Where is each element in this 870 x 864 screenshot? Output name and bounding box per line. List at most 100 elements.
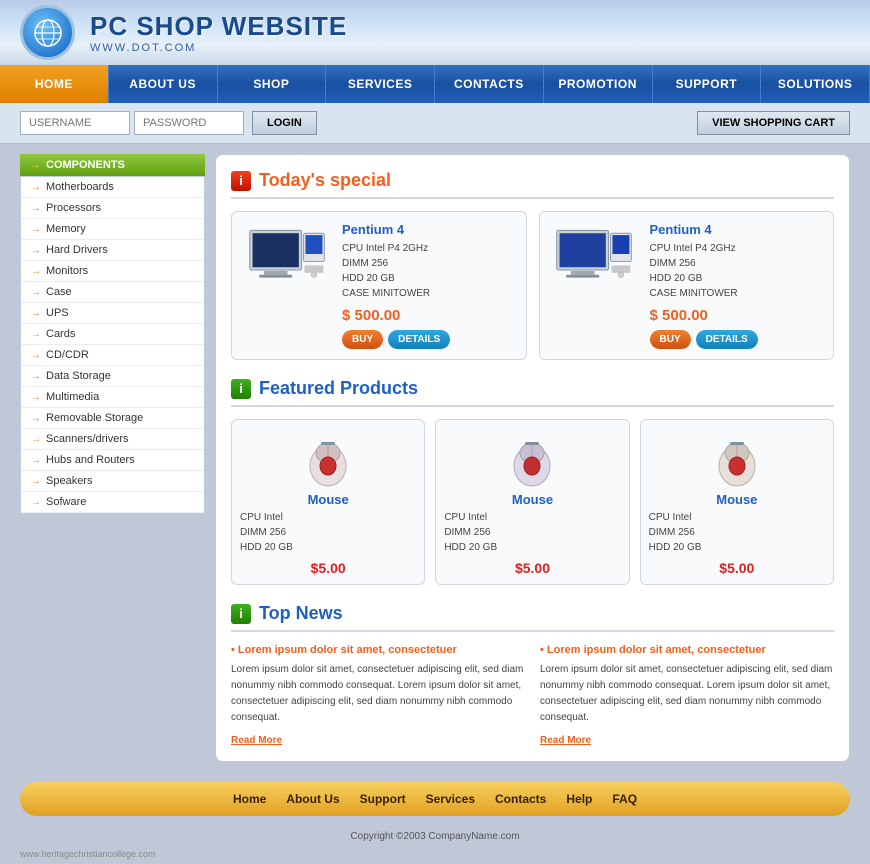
todays-special-title: Today's special [259, 170, 391, 191]
sidebar-item-monitors[interactable]: Monitors [21, 261, 204, 282]
footer-contacts[interactable]: Contacts [495, 792, 546, 806]
featured-product-2: Mouse CPU Intel DIMM 256 HDD 20 GB $5.00 [435, 419, 629, 585]
sidebar-item-motherboards[interactable]: Motherboards [21, 177, 204, 198]
product-2-buttons: BUY DETAILS [650, 330, 824, 349]
sidebar-item-scanners[interactable]: Scanners/drivers [21, 429, 204, 450]
product-1-price: $ 500.00 [342, 307, 516, 324]
footer-services[interactable]: Services [426, 792, 475, 806]
product-2-price: $ 500.00 [650, 307, 824, 324]
nav-support[interactable]: SUPPORT [653, 65, 762, 103]
news-2-title: Lorem ipsum dolor sit amet, consectetuer [540, 644, 834, 656]
password-input[interactable] [134, 111, 244, 135]
featured-3-name: Mouse [716, 492, 757, 507]
featured-3-image [702, 428, 772, 488]
sidebar-header: COMPONENTS [20, 154, 205, 176]
sidebar-item-processors[interactable]: Processors [21, 198, 204, 219]
main-nav: HOME ABOUT US SHOP SERVICES CONTACTS PRO… [0, 65, 870, 103]
news-2-read-more[interactable]: Read More [540, 735, 591, 746]
featured-2-price: $5.00 [515, 560, 550, 576]
featured-1-name: Mouse [308, 492, 349, 507]
username-input[interactable] [20, 111, 130, 135]
product-2-buy-button[interactable]: BUY [650, 330, 691, 349]
view-cart-button[interactable]: VIEW SHOPPING CART [697, 111, 850, 135]
sidebar-item-cdcdr[interactable]: CD/CDR [21, 345, 204, 366]
login-bar: LOGIN VIEW SHOPPING CART [0, 103, 870, 144]
news-2-body: Lorem ipsum dolor sit amet, consectetuer… [540, 662, 834, 726]
featured-products-title: Featured Products [259, 378, 418, 399]
sidebar-item-ups[interactable]: UPS [21, 303, 204, 324]
sidebar-item-sofware[interactable]: Sofware [21, 492, 204, 513]
content-area: i Today's special [215, 154, 850, 762]
featured-2-name: Mouse [512, 492, 553, 507]
nav-solutions[interactable]: SOLUTIONS [761, 65, 870, 103]
sidebar-list: Motherboards Processors Memory Hard Driv… [20, 176, 205, 514]
product-2-info: Pentium 4 CPU Intel P4 2GHz DIMM 256 HDD… [650, 222, 824, 349]
news-item-1: Lorem ipsum dolor sit amet, consectetuer… [231, 644, 525, 746]
special-product-2: Pentium 4 CPU Intel P4 2GHz DIMM 256 HDD… [539, 211, 835, 360]
sidebar-item-multimedia[interactable]: Multimedia [21, 387, 204, 408]
featured-product-1: Mouse CPU Intel DIMM 256 HDD 20 GB $5.00 [231, 419, 425, 585]
nav-contacts[interactable]: CONTACTS [435, 65, 544, 103]
featured-product-3: Mouse CPU Intel DIMM 256 HDD 20 GB $5.00 [640, 419, 834, 585]
product-2-details-button[interactable]: DETAILS [696, 330, 758, 349]
sidebar-item-hubs-routers[interactable]: Hubs and Routers [21, 450, 204, 471]
top-news-title: Top News [259, 603, 343, 624]
footer-about[interactable]: About Us [286, 792, 339, 806]
product-1-details-button[interactable]: DETAILS [388, 330, 450, 349]
featured-products-header: i Featured Products [231, 378, 834, 407]
news-grid: Lorem ipsum dolor sit amet, consectetuer… [231, 644, 834, 746]
sidebar-item-removable-storage[interactable]: Removable Storage [21, 408, 204, 429]
todays-special-grid: Pentium 4 CPU Intel P4 2GHz DIMM 256 HDD… [231, 211, 834, 360]
info-icon-red: i [231, 171, 251, 191]
product-2-name: Pentium 4 [650, 222, 824, 237]
header: PC SHOP WEBSITE WWW.DOT.COM [0, 0, 870, 65]
news-1-read-more[interactable]: Read More [231, 735, 282, 746]
site-title: PC SHOP WEBSITE WWW.DOT.COM [90, 11, 347, 54]
featured-3-desc: CPU Intel DIMM 256 HDD 20 GB [649, 510, 825, 555]
info-icon-green: i [231, 379, 251, 399]
sidebar-item-case[interactable]: Case [21, 282, 204, 303]
sidebar: COMPONENTS Motherboards Processors Memor… [20, 154, 205, 762]
sidebar-item-data-storage[interactable]: Data Storage [21, 366, 204, 387]
sidebar-item-cards[interactable]: Cards [21, 324, 204, 345]
site-url: WWW.DOT.COM [90, 42, 347, 54]
watermark: www.heritagechristiancollege.com [0, 847, 870, 864]
product-1-info: Pentium 4 CPU Intel P4 2GHz DIMM 256 HDD… [342, 222, 516, 349]
product-1-desc: CPU Intel P4 2GHz DIMM 256 HDD 20 GB CAS… [342, 241, 516, 301]
product-2-desc: CPU Intel P4 2GHz DIMM 256 HDD 20 GB CAS… [650, 241, 824, 301]
logo-icon [20, 5, 75, 60]
news-item-2: Lorem ipsum dolor sit amet, consectetuer… [540, 644, 834, 746]
featured-3-price: $5.00 [719, 560, 754, 576]
site-name: PC SHOP WEBSITE [90, 11, 347, 42]
product-1-buttons: BUY DETAILS [342, 330, 516, 349]
nav-about[interactable]: ABOUT US [109, 65, 218, 103]
footer: Copyright ©2003 CompanyName.com [0, 826, 870, 847]
footer-nav: Home About Us Support Services Contacts … [20, 782, 850, 816]
footer-support[interactable]: Support [360, 792, 406, 806]
news-1-body: Lorem ipsum dolor sit amet, consectetuer… [231, 662, 525, 726]
footer-home[interactable]: Home [233, 792, 266, 806]
sidebar-item-speakers[interactable]: Speakers [21, 471, 204, 492]
nav-promotion[interactable]: PROMOTION [544, 65, 653, 103]
news-1-title: Lorem ipsum dolor sit amet, consectetuer [231, 644, 525, 656]
sidebar-item-hard-drivers[interactable]: Hard Drivers [21, 240, 204, 261]
nav-home[interactable]: HOME [0, 65, 109, 103]
product-1-name: Pentium 4 [342, 222, 516, 237]
nav-services[interactable]: SERVICES [326, 65, 435, 103]
product-2-image [550, 222, 640, 302]
footer-faq[interactable]: FAQ [612, 792, 637, 806]
featured-2-image [497, 428, 567, 488]
featured-1-desc: CPU Intel DIMM 256 HDD 20 GB [240, 510, 416, 555]
login-form: LOGIN [20, 111, 317, 135]
sidebar-item-memory[interactable]: Memory [21, 219, 204, 240]
featured-2-desc: CPU Intel DIMM 256 HDD 20 GB [444, 510, 620, 555]
footer-help[interactable]: Help [566, 792, 592, 806]
featured-1-price: $5.00 [311, 560, 346, 576]
top-news-header: i Top News [231, 603, 834, 632]
product-1-buy-button[interactable]: BUY [342, 330, 383, 349]
login-button[interactable]: LOGIN [252, 111, 317, 135]
nav-shop[interactable]: SHOP [218, 65, 327, 103]
featured-1-image [293, 428, 363, 488]
product-1-image [242, 222, 332, 302]
special-product-1: Pentium 4 CPU Intel P4 2GHz DIMM 256 HDD… [231, 211, 527, 360]
